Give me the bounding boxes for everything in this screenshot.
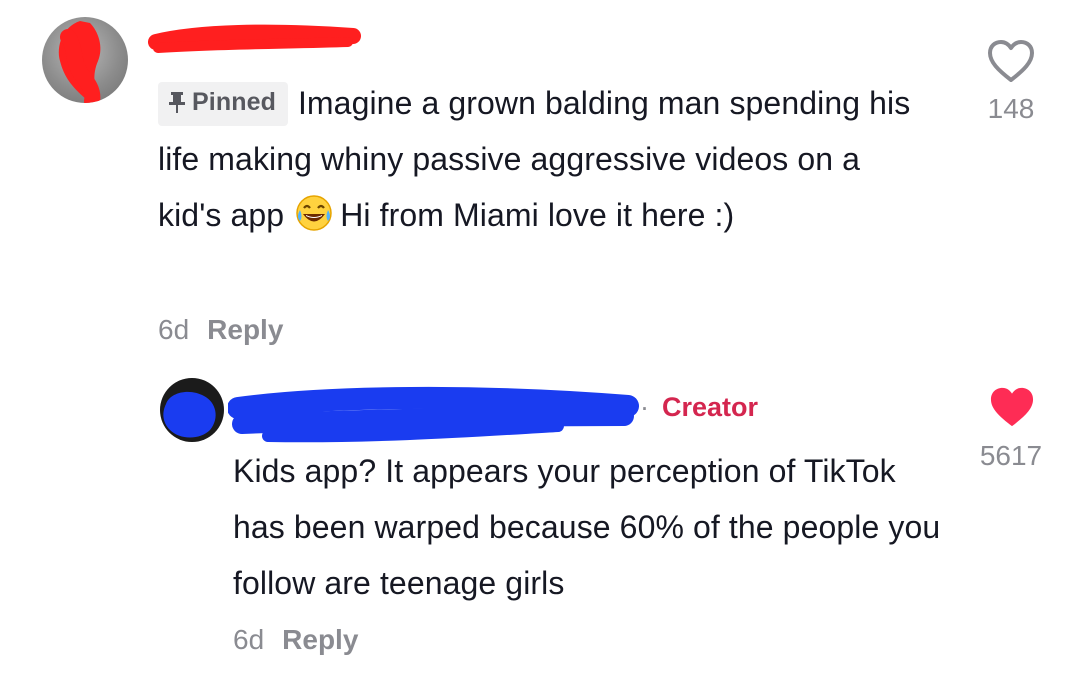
creator-badge: Creator xyxy=(662,392,759,422)
comment-timestamp: 6d xyxy=(158,314,190,345)
like-count: 5617 xyxy=(979,440,1043,471)
comment-body: Pinned Imagine a grown balding man spendi… xyxy=(158,75,918,243)
pin-icon xyxy=(168,91,186,118)
commenter-avatar[interactable] xyxy=(42,17,128,103)
like-button[interactable] xyxy=(988,385,1036,429)
reply-button[interactable]: Reply xyxy=(282,624,358,655)
avatar-redaction-scribble xyxy=(163,391,216,438)
username-redaction-scribble xyxy=(228,386,639,443)
creator-avatar[interactable] xyxy=(160,378,224,442)
username-redaction-scribble xyxy=(148,24,361,53)
comment-text-part-2: Hi from Miami love it here :) xyxy=(340,197,735,233)
like-button[interactable] xyxy=(986,38,1036,84)
heart-filled-icon xyxy=(990,387,1034,427)
pinned-label: Pinned xyxy=(192,88,276,116)
separator-dot: · xyxy=(640,392,649,422)
tears-of-joy-emoji-icon xyxy=(294,193,334,233)
reply-button[interactable]: Reply xyxy=(207,314,283,345)
reply-meta: 6d Reply xyxy=(233,624,358,656)
avatar-redaction-scribble xyxy=(58,21,101,103)
heart-outline-icon xyxy=(988,40,1034,82)
reply-body: Kids app? It appears your perception of … xyxy=(233,453,941,601)
reply-timestamp: 6d xyxy=(233,624,265,655)
like-count: 148 xyxy=(987,93,1035,124)
comment-meta: 6d Reply xyxy=(158,314,283,346)
pinned-badge: Pinned xyxy=(158,82,288,126)
